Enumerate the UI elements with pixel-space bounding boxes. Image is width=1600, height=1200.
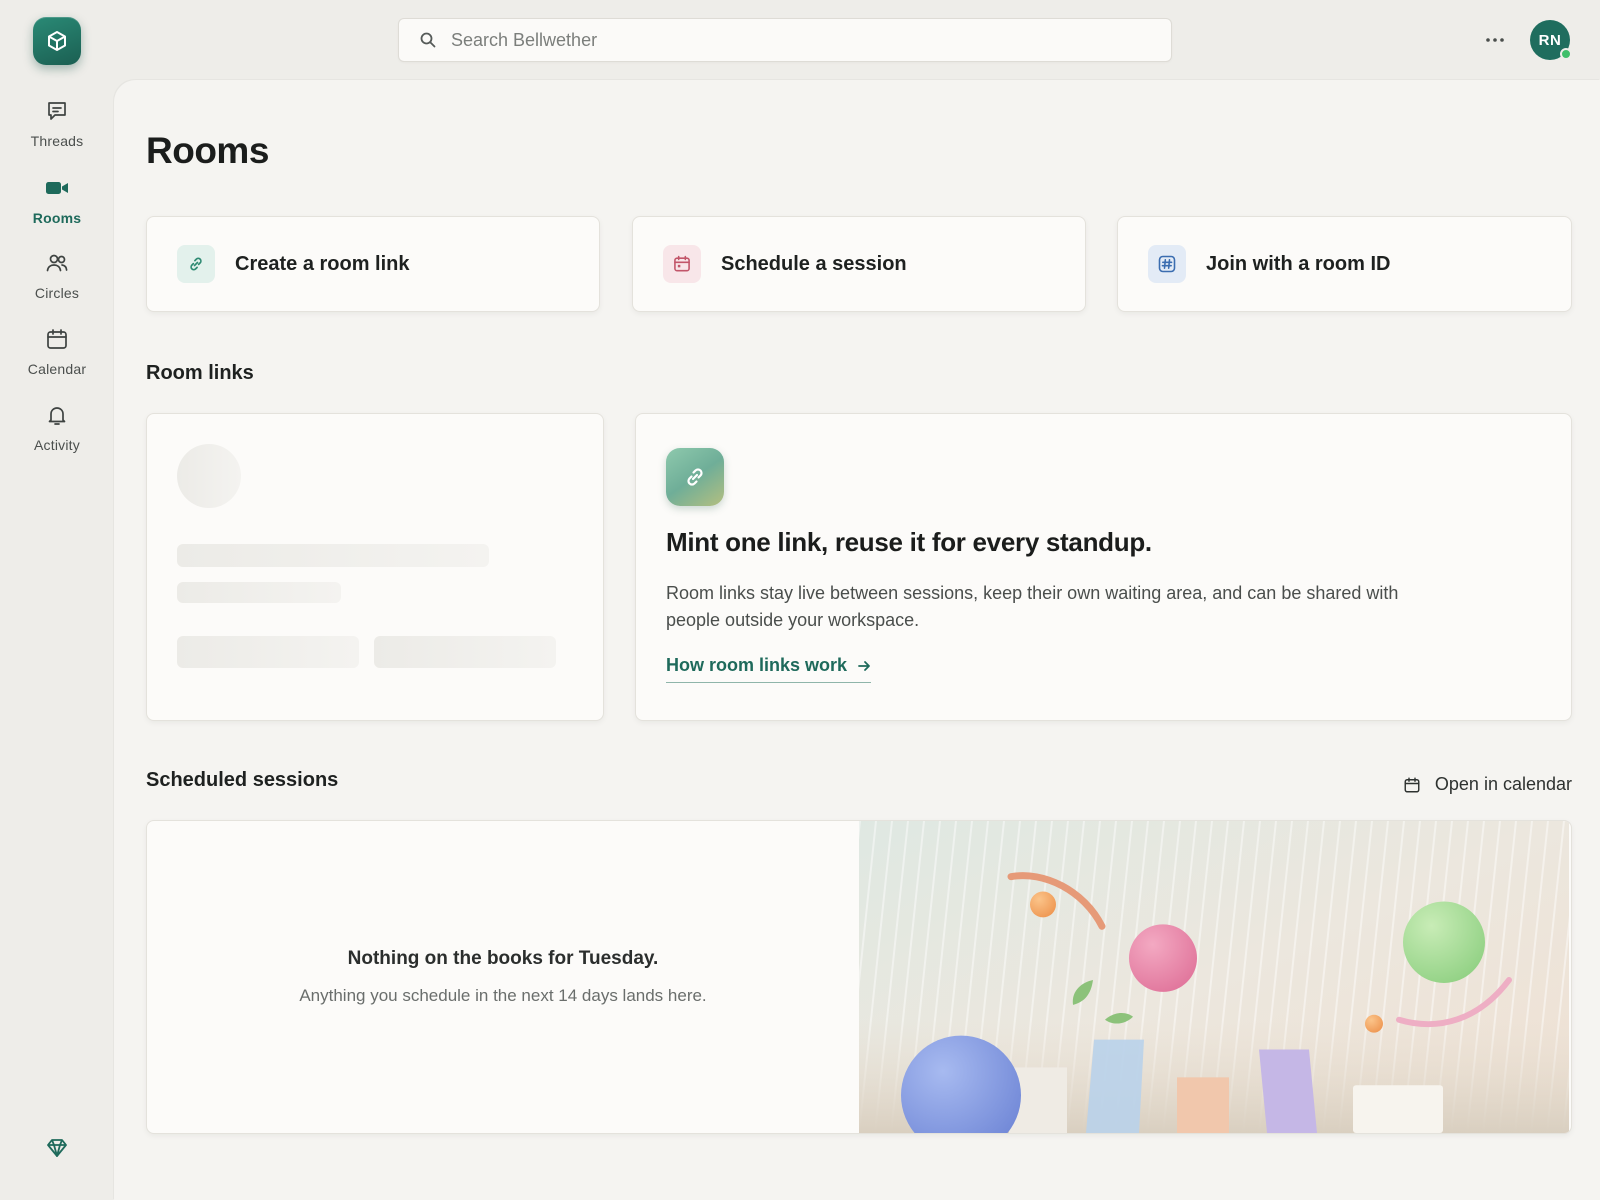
- hash-icon: [1148, 245, 1186, 283]
- more-options-button[interactable]: [1480, 26, 1510, 54]
- how-room-links-work-link[interactable]: How room links work: [666, 655, 872, 683]
- bell-icon: [44, 402, 70, 428]
- skeleton-line: [177, 544, 489, 567]
- room-links-heading: Room links: [146, 362, 254, 384]
- scheduled-sessions-card: Nothing on the books for Tuesday. Anythi…: [146, 820, 1572, 1134]
- page-title: Rooms: [146, 130, 269, 171]
- sidebar-item-threads[interactable]: Threads: [14, 92, 100, 158]
- link-label: How room links work: [666, 655, 848, 675]
- sidebar-item-label: Circles: [34, 285, 80, 301]
- action-label: Create a room link: [235, 252, 410, 275]
- video-camera-icon: [44, 175, 70, 201]
- room-links-promo-card: Mint one link, reuse it for every standu…: [635, 413, 1572, 721]
- skeleton-line: [177, 582, 341, 603]
- arrow-right-icon: [858, 660, 870, 671]
- search-bar[interactable]: [398, 18, 1172, 62]
- calendar-icon: [1404, 777, 1420, 792]
- app-logo[interactable]: [33, 17, 81, 65]
- gem-icon[interactable]: [44, 1135, 70, 1161]
- link-icon: [666, 448, 724, 506]
- room-link-skeleton-card: [146, 413, 604, 721]
- chat-icon: [44, 98, 70, 124]
- calendar-icon: [44, 326, 70, 352]
- avatar-initials: RN: [1538, 31, 1562, 49]
- sidebar-item-label: Activity: [34, 437, 80, 453]
- empty-state: Nothing on the books for Tuesday. Anythi…: [147, 821, 859, 1133]
- skeleton-button: [374, 636, 556, 668]
- ellipsis-icon: [1486, 38, 1504, 42]
- sidebar-item-activity[interactable]: Activity: [14, 396, 100, 462]
- sidebar-item-circles[interactable]: Circles: [14, 244, 100, 310]
- link-icon: [177, 245, 215, 283]
- empty-state-subtitle: Anything you schedule in the next 14 day…: [299, 986, 707, 1005]
- open-in-calendar-button[interactable]: Open in calendar: [1389, 768, 1586, 801]
- sidebar-item-label: Threads: [30, 133, 84, 149]
- empty-state-illustration: [859, 821, 1569, 1133]
- join-room-id-button[interactable]: Join with a room ID: [1117, 216, 1572, 312]
- scheduled-sessions-heading: Scheduled sessions: [146, 769, 339, 791]
- create-room-link-button[interactable]: Create a room link: [146, 216, 600, 312]
- action-label: Join with a room ID: [1206, 252, 1391, 275]
- main-panel: Rooms Create a room link Schedule a sess…: [114, 80, 1600, 1200]
- skeleton-button: [177, 636, 359, 668]
- calendar-icon: [663, 245, 701, 283]
- action-label: Schedule a session: [721, 252, 907, 275]
- sidebar-item-rooms[interactable]: Rooms: [14, 169, 100, 235]
- promo-title: Mint one link, reuse it for every standu…: [666, 527, 1152, 557]
- presence-indicator: [1560, 48, 1572, 60]
- promo-body: Room links stay live between sessions, k…: [666, 583, 1399, 630]
- skeleton-avatar: [177, 444, 241, 508]
- sidebar-item-label: Calendar: [27, 361, 87, 377]
- user-avatar[interactable]: RN: [1530, 20, 1572, 60]
- search-input[interactable]: [451, 29, 1171, 51]
- sidebar: Threads Rooms Circles Calendar Activity: [0, 0, 114, 1200]
- cube-icon: [48, 31, 66, 51]
- people-icon: [44, 250, 70, 276]
- search-icon: [419, 31, 437, 49]
- empty-state-title: Nothing on the books for Tuesday.: [347, 948, 659, 969]
- sidebar-item-calendar[interactable]: Calendar: [14, 320, 100, 386]
- schedule-session-button[interactable]: Schedule a session: [632, 216, 1086, 312]
- open-in-calendar-label: Open in calendar: [1434, 774, 1572, 794]
- sidebar-item-label: Rooms: [32, 210, 82, 226]
